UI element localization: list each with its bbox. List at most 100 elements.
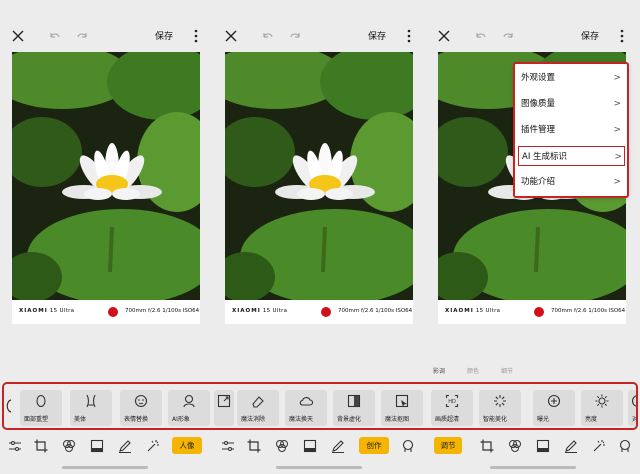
model-text: 15 Ultra	[262, 308, 288, 314]
undo-icon[interactable]	[47, 28, 63, 44]
adjust-tab-button[interactable]: 调节	[434, 437, 462, 454]
sliders-icon[interactable]	[8, 439, 22, 453]
tool-cutout[interactable]: 魔法抠图	[381, 390, 423, 426]
exposure-icon	[547, 394, 561, 408]
more-icon[interactable]	[614, 28, 630, 44]
tool-label: AI形象	[172, 416, 190, 423]
frame-icon[interactable]	[90, 439, 104, 453]
body-shape-icon	[86, 394, 96, 408]
menu-item-label: AI 生成标识	[522, 152, 568, 162]
brand-text: XIAOMI	[19, 308, 48, 314]
menu-item-image-quality[interactable]: 图像质量 >	[521, 94, 623, 114]
redo-icon[interactable]	[287, 28, 303, 44]
crop-icon[interactable]	[480, 439, 494, 453]
bottom-nav-3: 调节	[426, 436, 640, 456]
expression-swap-icon	[134, 394, 148, 408]
tool-exposure[interactable]: 曝光	[533, 390, 575, 426]
menu-item-features[interactable]: 功能介绍 >	[521, 172, 623, 192]
frame-icon[interactable]	[536, 439, 550, 453]
save-button[interactable]: 保存	[368, 29, 386, 42]
tool-ai-portrait[interactable]: AI形象	[168, 390, 210, 426]
filter-icon[interactable]	[508, 439, 522, 453]
chevron-right-icon: >	[614, 152, 622, 162]
tool-brightness[interactable]: 亮度	[581, 390, 623, 426]
crop-icon[interactable]	[247, 439, 261, 453]
close-icon[interactable]	[436, 28, 452, 44]
chevron-right-icon: >	[613, 99, 621, 109]
tool-label: 曝光	[537, 416, 550, 423]
undo-icon[interactable]	[260, 28, 276, 44]
portrait-icon[interactable]	[401, 439, 415, 453]
filter-icon[interactable]	[275, 439, 289, 453]
portrait-icon[interactable]	[618, 439, 632, 453]
crop-icon[interactable]	[34, 439, 48, 453]
tool-hd[interactable]: HD 画质超清	[431, 390, 473, 426]
auto-enhance-icon	[494, 395, 506, 407]
tool-contrast[interactable]: 对	[628, 390, 638, 426]
create-tab-button[interactable]: 创作	[359, 437, 389, 454]
frame-icon[interactable]	[303, 439, 317, 453]
home-indicator[interactable]	[490, 466, 576, 469]
svg-text:HD: HD	[448, 399, 456, 405]
tool-expression[interactable]: 表情替换	[120, 390, 162, 426]
menu-item-label: 插件管理	[521, 125, 556, 135]
tab-color[interactable]: 颜色	[467, 366, 479, 375]
photo-preview: XIAOMI 15 Ultra 700mm f/2.6 1/100s ISO64	[12, 52, 200, 324]
redo-icon[interactable]	[500, 28, 516, 44]
portrait-tab-button[interactable]: 人像	[172, 437, 202, 454]
cutout-icon	[395, 394, 409, 408]
tool-expand[interactable]	[214, 390, 234, 426]
tab-detail[interactable]: 细节	[501, 366, 513, 375]
magic-icon[interactable]	[592, 439, 606, 453]
chevron-right-icon: >	[613, 73, 621, 83]
more-icon[interactable]	[188, 28, 204, 44]
blur-icon	[347, 394, 361, 408]
sliders-icon[interactable]	[221, 439, 235, 453]
leica-logo	[534, 307, 544, 317]
menu-item-plugins[interactable]: 插件管理 >	[521, 120, 623, 140]
tool-label: 智能美化	[483, 416, 508, 423]
markup-icon[interactable]	[331, 439, 345, 453]
markup-icon[interactable]	[118, 439, 132, 453]
more-icon[interactable]	[401, 28, 417, 44]
home-indicator[interactable]	[62, 466, 148, 469]
bottom-nav-1: 人像	[0, 436, 210, 456]
brand-text: XIAOMI	[445, 308, 474, 314]
menu-item-label: 外观设置	[521, 73, 556, 83]
model-text: 15 Ultra	[49, 308, 75, 314]
filter-icon[interactable]	[62, 439, 76, 453]
tool-label: 魔法抠图	[385, 416, 410, 423]
eraser-icon	[252, 396, 264, 408]
save-button[interactable]: 保存	[581, 29, 599, 42]
tool-magic-erase[interactable]: 魔法消除	[237, 390, 279, 426]
tab-tone[interactable]: 影调	[433, 366, 445, 375]
tool-label: 画质超清	[435, 416, 460, 423]
menu-item-ai-label[interactable]: AI 生成标识 >	[518, 146, 625, 166]
adjust-tabs: 影调 颜色 细节	[433, 366, 633, 378]
chevron-right-icon: >	[613, 125, 621, 135]
tool-bg-blur[interactable]: 背景虚化	[333, 390, 375, 426]
save-button[interactable]: 保存	[155, 29, 173, 42]
model-text: 15 Ultra	[475, 308, 501, 314]
photo-watermark: XIAOMI 15 Ultra 700mm f/2.6 1/100s ISO64	[438, 300, 626, 324]
top-bar: 保存	[220, 26, 420, 48]
tool-label: 面部重塑	[24, 416, 49, 423]
lotus-photo	[225, 52, 413, 300]
tool-sky-swap[interactable]: 魔法换天	[285, 390, 327, 426]
magic-icon[interactable]	[146, 439, 160, 453]
markup-icon[interactable]	[564, 439, 578, 453]
menu-item-appearance[interactable]: 外观设置 >	[521, 68, 623, 88]
leica-logo	[321, 307, 331, 317]
camera-params: 700mm f/2.6 1/100s ISO64	[125, 308, 200, 314]
tool-face-reshape[interactable]: 面部重塑	[20, 390, 62, 426]
tool-label: 对	[632, 416, 638, 423]
undo-icon[interactable]	[473, 28, 489, 44]
tool-strip: 面部重塑 美体 表情替换 AI形象 魔法消除 魔法换天 背景虚化 魔法抠图 HD…	[2, 382, 638, 430]
home-indicator[interactable]	[276, 466, 362, 469]
tool-body[interactable]: 美体	[70, 390, 112, 426]
close-icon[interactable]	[10, 28, 26, 44]
redo-icon[interactable]	[74, 28, 90, 44]
close-icon[interactable]	[223, 28, 239, 44]
expand-icon	[217, 394, 231, 408]
tool-auto-enhance[interactable]: 智能美化	[479, 390, 521, 426]
